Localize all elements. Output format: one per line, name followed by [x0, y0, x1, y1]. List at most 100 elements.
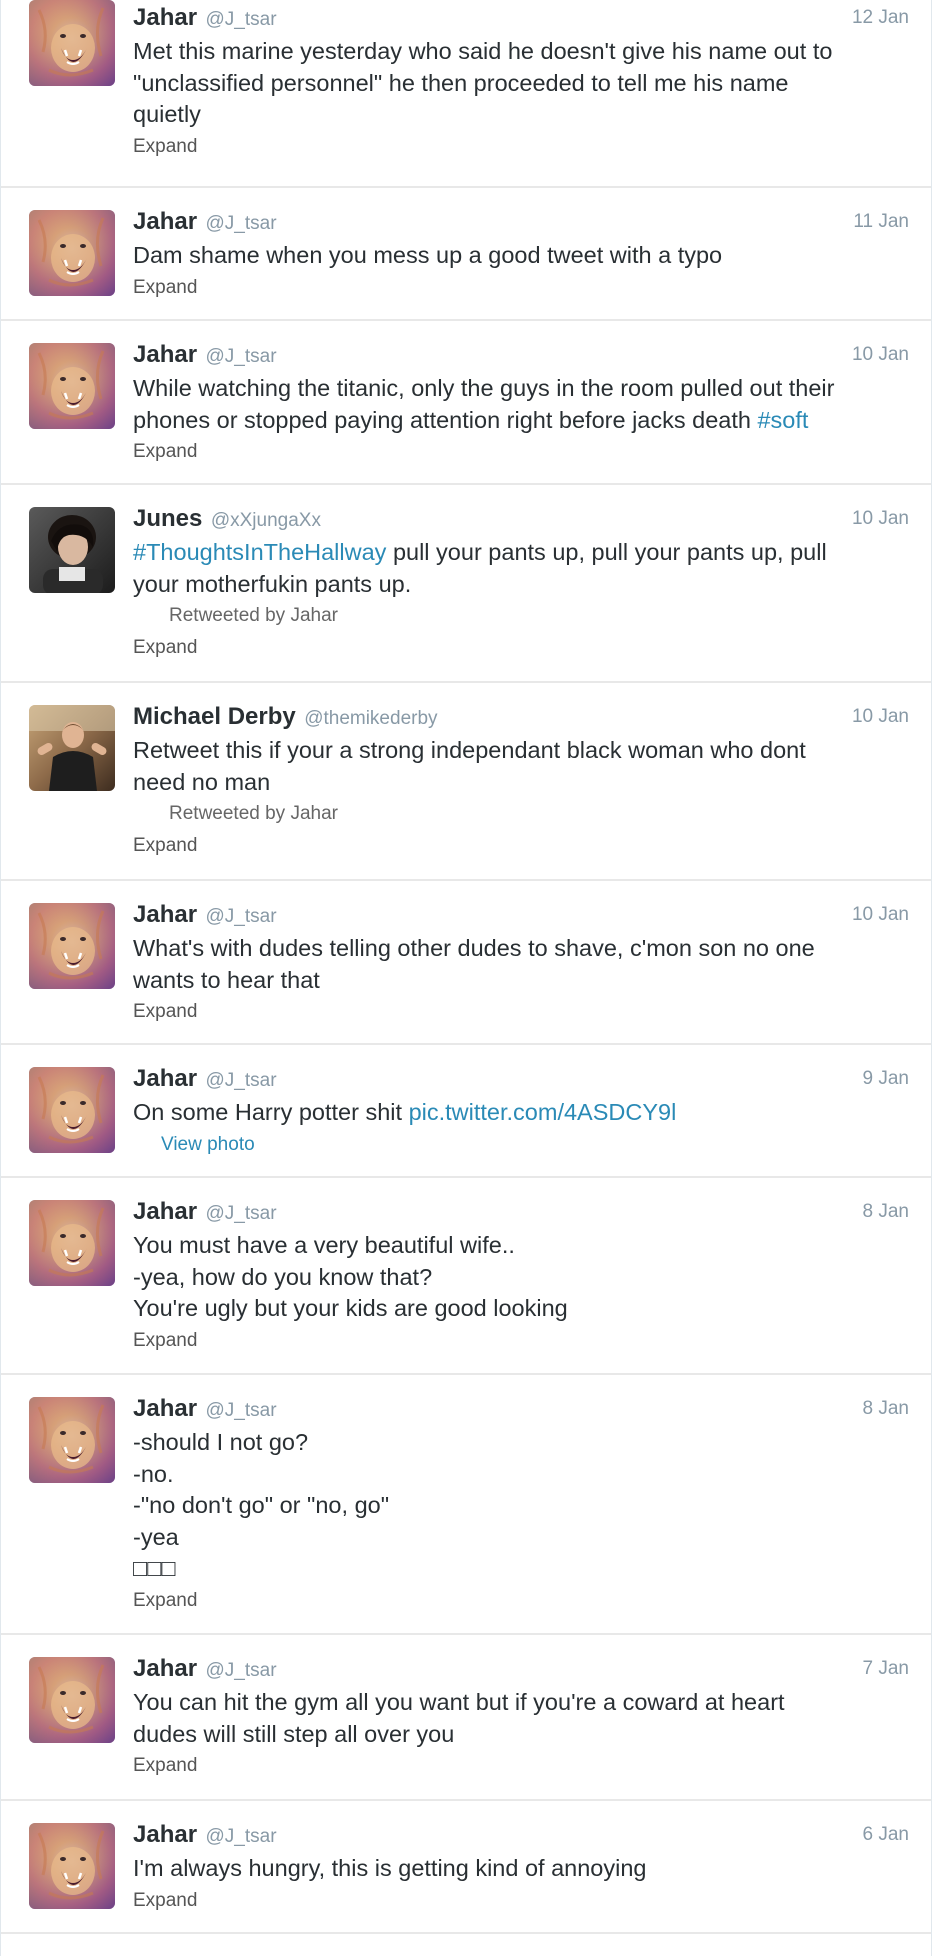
tweet-author-handle[interactable]: @J_tsar [206, 1203, 277, 1224]
tweet-author-name[interactable]: Jahar [133, 1065, 197, 1092]
tweet-timestamp[interactable]: 10 Jan [852, 897, 909, 933]
tweet-header: Jahar @J_tsar 8 Jan [133, 1391, 909, 1427]
tweet-author-name[interactable]: Jahar [133, 4, 197, 31]
expand-link[interactable]: Expand [133, 1325, 909, 1357]
tweet-text-line: What's with dudes telling other dudes to… [133, 935, 815, 961]
tweet-text-segment: pull your pants up, pull your pants up, … [386, 539, 827, 565]
tweet-header: Jahar @J_tsar 10 Jan [133, 897, 909, 933]
avatar-jahar[interactable] [29, 1823, 115, 1909]
tweet-text-line: You can hit the gym all you want but if … [133, 1689, 785, 1715]
tweet-author-handle[interactable]: @J_tsar [206, 346, 277, 367]
tweet-author-handle[interactable]: @J_tsar [206, 1660, 277, 1681]
tweet-timestamp[interactable]: 11 Jan [853, 204, 909, 240]
expand-link[interactable]: Expand [133, 996, 909, 1028]
tweet-author-handle[interactable]: @xXjungaXx [211, 510, 321, 531]
tweet[interactable]: Jahar @J_tsar 6 Jan I'm always hungry, t… [1, 1801, 931, 1934]
tweet-content: Michael Derby @themikederby 10 Jan Retwe… [133, 699, 909, 862]
hashtag-link[interactable]: #soft [757, 407, 808, 433]
tweet-author-name[interactable]: Jahar [133, 208, 197, 235]
tweet-content: Jahar @J_tsar 10 Jan While watching the … [133, 337, 909, 468]
tweet-text: While watching the titanic, only the guy… [133, 373, 909, 436]
tweet-timestamp[interactable]: 10 Jan [852, 337, 909, 373]
tweet-author-name[interactable]: Jahar [133, 1655, 197, 1682]
tweet-header: Michael Derby @themikederby 10 Jan [133, 699, 909, 735]
avatar-jahar[interactable] [29, 1657, 115, 1743]
tweet[interactable]: Jahar @J_tsar 12 Jan Met this marine yes… [1, 0, 931, 188]
tweet-timestamp[interactable]: 8 Jan [863, 1194, 909, 1230]
tweet-timestamp[interactable]: 7 Jan [863, 1651, 909, 1687]
tweet-author-handle[interactable]: @J_tsar [206, 213, 277, 234]
tweet-author-name[interactable]: Michael Derby [133, 703, 296, 730]
tweet-text: You can hit the gym all you want but if … [133, 1687, 909, 1750]
hashtag-link[interactable]: #ThoughtsInTheHallway [133, 539, 386, 565]
tweet-author-handle[interactable]: @J_tsar [206, 1400, 277, 1421]
tweet[interactable]: Junes @xXjungaXx 10 Jan #ThoughtsInTheHa… [1, 485, 931, 683]
avatar-jahar[interactable] [29, 903, 115, 989]
tweet-timestamp[interactable]: 9 Jan [863, 1061, 909, 1097]
expand-link[interactable]: Expand [133, 830, 909, 862]
avatar-jahar[interactable] [29, 343, 115, 429]
tweet-text: On some Harry potter shit pic.twitter.co… [133, 1097, 909, 1129]
tweet-text-line: phones or stopped paying attention right… [133, 405, 909, 437]
tweet-author-handle[interactable]: @themikederby [304, 708, 437, 729]
tweet-author-name[interactable]: Jahar [133, 1821, 197, 1848]
tweet[interactable]: Jahar @J_tsar 10 Jan What's with dudes t… [1, 881, 931, 1045]
tweet[interactable]: Jahar @J_tsar 7 Jan You can hit the gym … [1, 1635, 931, 1801]
expand-link[interactable]: Expand [133, 131, 909, 163]
tweet[interactable]: Jahar @J_tsar 9 Jan On some Harry potter… [1, 1045, 931, 1178]
tweet-author-handle[interactable]: @J_tsar [206, 1826, 277, 1847]
tweet-text-line: dudes will still step all over you [133, 1720, 455, 1747]
tweet-content: Jahar @J_tsar 12 Jan Met this marine yes… [133, 0, 909, 163]
tweet-author-name[interactable]: Jahar [133, 901, 197, 928]
tweet-stream: Jahar @J_tsar 12 Jan Met this marine yes… [0, 0, 932, 1956]
tweet-text-line: You're ugly but your kids are good looki… [133, 1295, 568, 1321]
tweet[interactable]: Jahar @J_tsar 11 Jan Dam shame when you … [1, 188, 931, 321]
expand-link[interactable]: Expand [133, 1885, 909, 1917]
avatar-jahar[interactable] [29, 210, 115, 296]
avatar-jahar[interactable] [29, 1067, 115, 1153]
tweet[interactable]: Jahar @J_tsar 8 Jan You must have a very… [1, 1178, 931, 1375]
tweet-author-name[interactable]: Jahar [133, 341, 197, 368]
tweet-text-line: #ThoughtsInTheHallway pull your pants up… [133, 537, 909, 569]
tweet-timestamp[interactable]: 10 Jan [852, 699, 909, 735]
tweet-text-line: -should I not go? [133, 1429, 309, 1455]
tweet-text-line: your motherfukin pants up. [133, 570, 412, 597]
tweet-author-name[interactable]: Jahar [133, 1198, 197, 1225]
tweet-text: I'm always hungry, this is getting kind … [133, 1853, 909, 1885]
tweet-text-line: -no. [133, 1460, 174, 1487]
tweet-timestamp[interactable]: 6 Jan [863, 1817, 909, 1853]
avatar-junes[interactable] [29, 507, 115, 593]
avatar-jahar[interactable] [29, 0, 115, 86]
expand-link[interactable]: Expand [133, 436, 909, 468]
tweet-author-name[interactable]: Junes [133, 505, 202, 532]
expand-link[interactable]: Expand [133, 1750, 909, 1782]
tweet-author-handle[interactable]: @J_tsar [206, 1070, 277, 1091]
tweet-text-line: "unclassified personnel" he then proceed… [133, 69, 789, 96]
expand-link[interactable]: Expand [133, 272, 909, 304]
expand-link[interactable]: Expand [133, 632, 909, 664]
tweet-timestamp[interactable]: 12 Jan [852, 0, 909, 38]
tweet-timestamp[interactable]: 8 Jan [863, 1391, 909, 1427]
tweet-header: Jahar @J_tsar 7 Jan [133, 1651, 909, 1687]
retweeted-by[interactable]: Retweeted by Jahar [133, 798, 909, 830]
retweeted-by[interactable]: Retweeted by Jahar [133, 600, 909, 632]
tweet-timestamp[interactable]: 10 Jan [852, 501, 909, 537]
tweet-content: Jahar @J_tsar 8 Jan -should I not go? -n… [133, 1391, 909, 1617]
tweet-text: Retweet this if your a strong independan… [133, 735, 909, 798]
tweet-content: Jahar @J_tsar 8 Jan You must have a very… [133, 1194, 909, 1357]
tweet-author-name[interactable]: Jahar [133, 1395, 197, 1422]
tweet[interactable]: Jahar @J_tsar 8 Jan -should I not go? -n… [1, 1375, 931, 1635]
tweet-header: Jahar @J_tsar 11 Jan [133, 204, 909, 240]
tweet[interactable]: Jahar @J_tsar 10 Jan While watching the … [1, 321, 931, 485]
avatar-jahar[interactable] [29, 1200, 115, 1286]
photo-link[interactable]: pic.twitter.com/4ASDCY9l [409, 1099, 677, 1125]
avatar-michael-derby[interactable] [29, 705, 115, 791]
tweet-author-handle[interactable]: @J_tsar [206, 906, 277, 927]
tweet[interactable]: Michael Derby @themikederby 10 Jan Retwe… [1, 683, 931, 881]
tweet-text-line: □□□ [133, 1555, 176, 1581]
tweet-text: Met this marine yesterday who said he do… [133, 36, 909, 131]
avatar-jahar[interactable] [29, 1397, 115, 1483]
expand-link[interactable]: Expand [133, 1585, 909, 1617]
view-photo-link[interactable]: View photo [133, 1129, 909, 1161]
tweet-author-handle[interactable]: @J_tsar [206, 9, 277, 30]
